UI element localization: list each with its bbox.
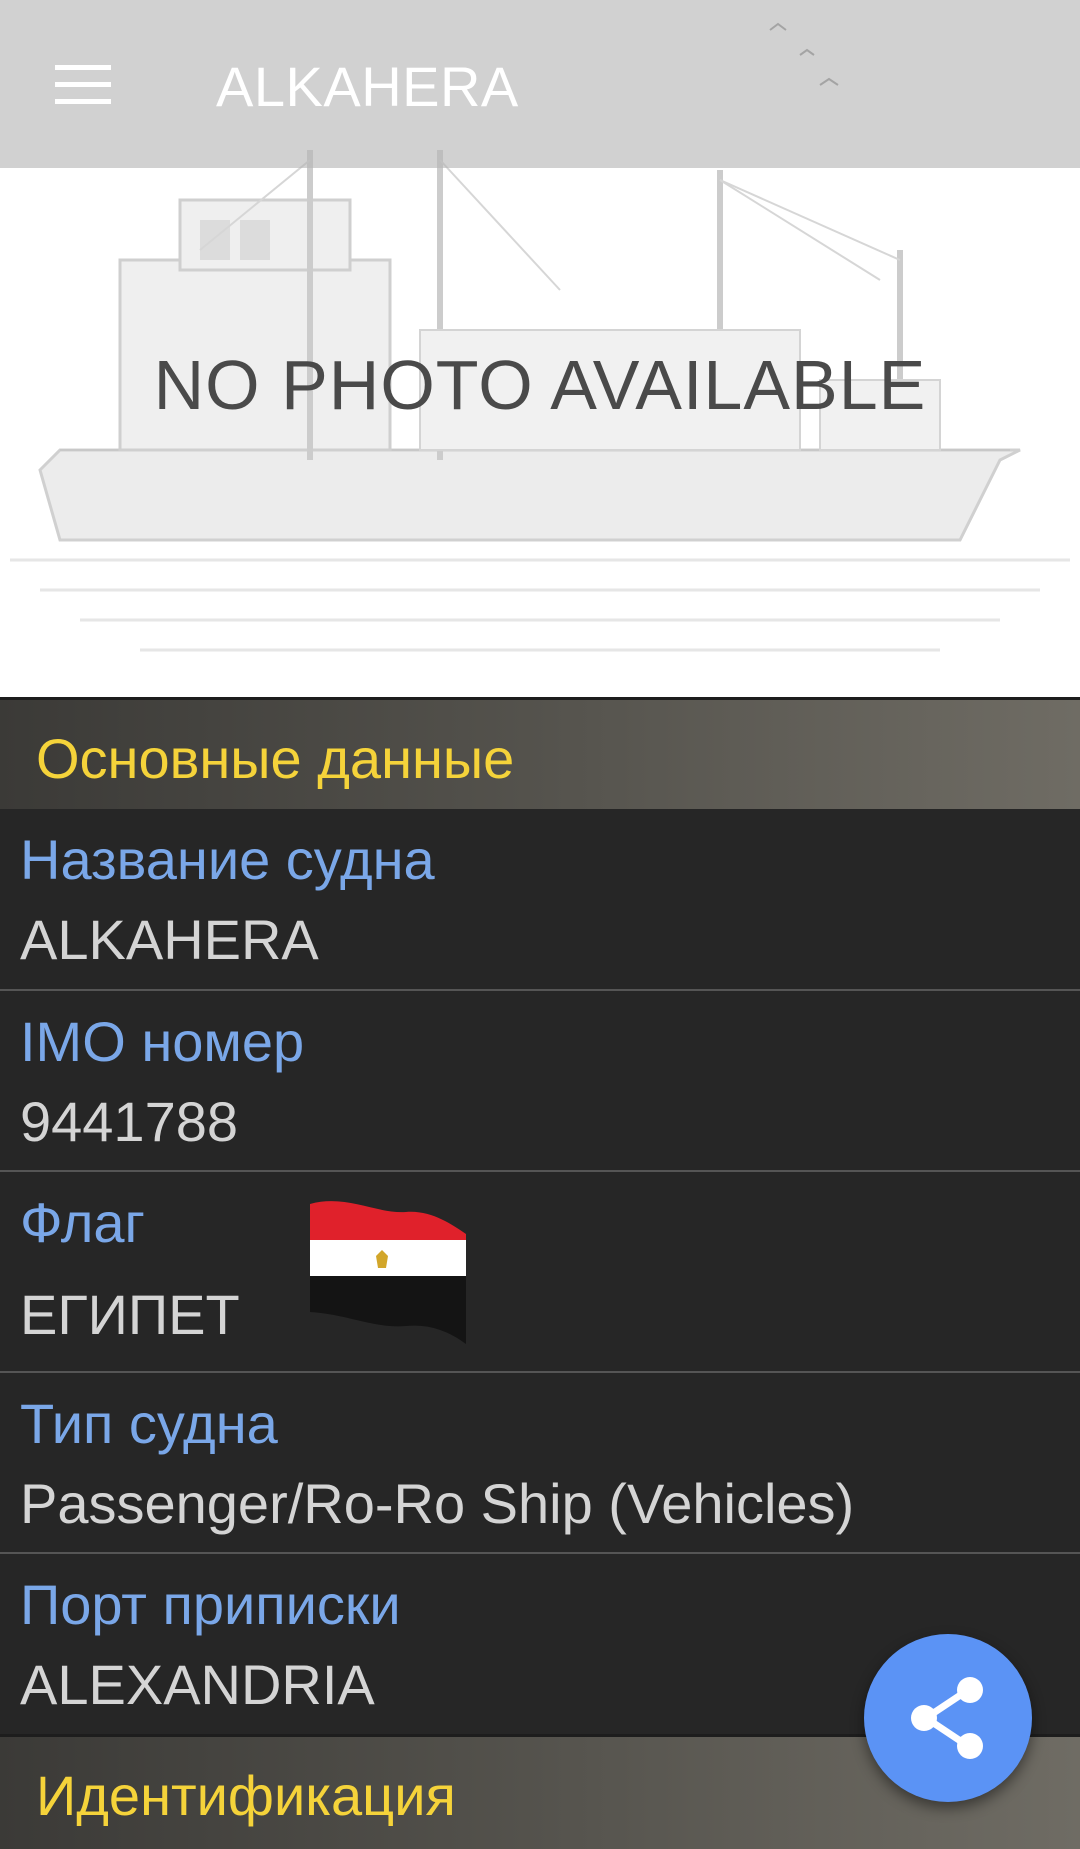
screen: NO PHOTO AVAILABLE ALKAHERA Основные дан… [0,0,1080,1849]
field-row-flag: Флаг ЕГИПЕТ [0,1172,1080,1373]
field-value: Passenger/Ro-Ro Ship (Vehicles) [20,1472,855,1535]
field-label: Флаг [20,1191,145,1254]
app-toolbar: ALKAHERA [0,0,1080,168]
field-value: ALEXANDRIA [20,1653,375,1716]
field-label: IMO номер [20,1010,305,1073]
share-icon [911,1677,983,1759]
field-row-ship-type: Тип судна Passenger/Ro-Ro Ship (Vehicles… [0,1373,1080,1554]
toolbar-title: ALKAHERA [216,55,519,118]
field-label: Порт приписки [20,1573,401,1636]
no-photo-label: NO PHOTO AVAILABLE [153,346,927,424]
menu-button[interactable] [40,50,126,120]
field-value: ALKAHERA [20,908,319,971]
menu-icon [55,65,111,104]
field-value: 9441788 [20,1090,239,1153]
share-button[interactable] [864,1634,1032,1802]
field-value: ЕГИПЕТ [20,1283,240,1346]
field-row-ship-name: Название судна ALKAHERA [0,809,1080,991]
field-row-imo: IMO номер 9441788 [0,991,1080,1172]
egypt-flag-icon [310,1201,466,1344]
field-label: Название судна [20,828,435,891]
section-header-main: Основные данные [0,697,1080,809]
field-label: Тип судна [20,1392,278,1455]
section-title: Основные данные [36,727,515,790]
section-title: Идентификация [36,1764,456,1827]
